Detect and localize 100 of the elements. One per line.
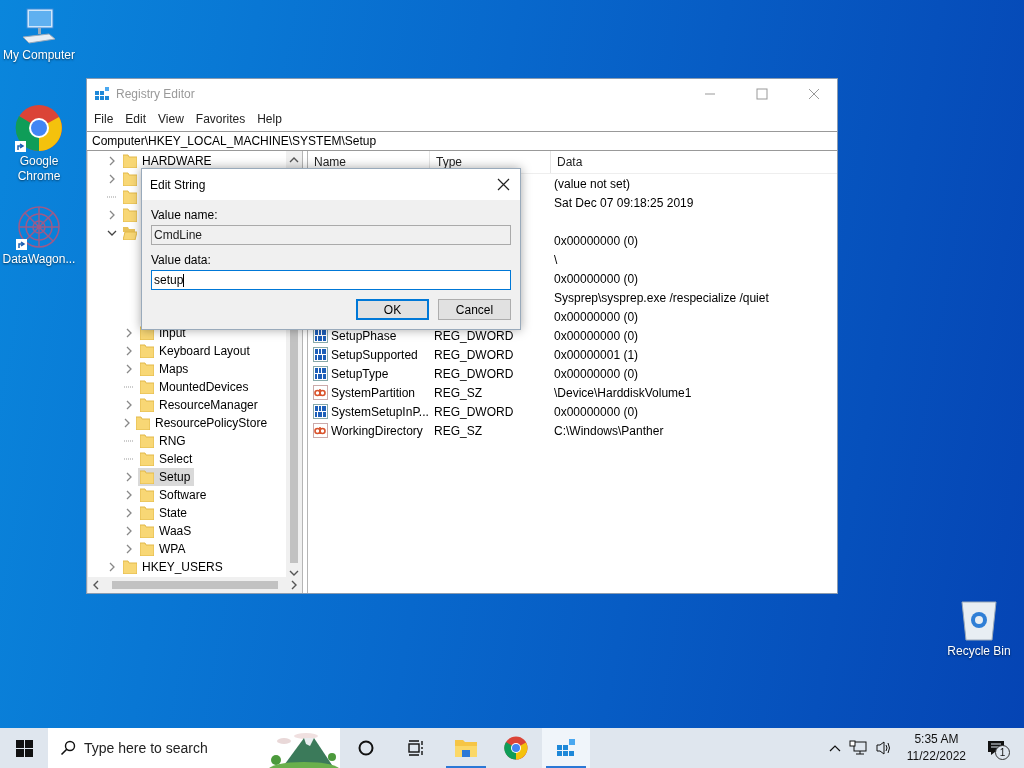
folder-icon [123,190,137,204]
value-name[interactable]: SetupSupported [331,347,418,362]
scroll-up-icon[interactable] [289,156,299,164]
menu-item[interactable]: Favorites [189,112,252,126]
chevron-right-icon[interactable] [125,400,133,410]
network-icon[interactable] [848,740,867,756]
tree-item[interactable]: MountedDevices [138,378,253,396]
folder-icon [140,434,154,448]
tree-item[interactable]: State [138,504,192,522]
value-name[interactable]: SetupType [331,366,389,381]
tree-item[interactable]: RNG [138,432,190,450]
chevron-right-icon[interactable] [125,526,133,536]
value-name[interactable]: SystemPartition [331,385,416,400]
column-header[interactable]: Data [551,151,837,173]
value-data: 0x00000000 (0) [554,328,639,343]
input-field[interactable]: setup [151,270,511,290]
value-data: 0x00000000 (0) [554,404,639,419]
menu-item[interactable]: File [88,112,120,126]
value-name[interactable]: SetupPhase [331,328,397,343]
value-data: \ [554,252,558,267]
tree-item[interactable]: HKEY_USERS [121,558,227,576]
snowflake-pattern-icon [16,204,62,250]
tree-item[interactable]: Setup [138,468,195,486]
cubes-icon [94,86,110,102]
scroll-down-icon[interactable] [289,569,299,577]
address-bar[interactable]: Computer\HKEY_LOCAL_MACHINE\SYSTEM\Setup [87,131,837,151]
value-type: REG_DWORD [434,404,514,419]
folder-icon [140,506,154,520]
chevron-right-icon[interactable] [125,346,133,356]
speaker-icon[interactable] [874,740,893,756]
tree-item[interactable]: HARDWARE [121,152,216,170]
value-data: 0x00000000 (0) [554,366,639,381]
chevron-right-icon[interactable] [125,472,133,482]
clock[interactable]: 5:35 AM 11/22/2022 [906,731,966,765]
horizontal-scrollbar[interactable] [88,577,302,593]
chevron-right-icon[interactable] [125,544,133,554]
folder-icon [140,470,154,484]
tree-item[interactable]: WPA [138,540,190,558]
chevron-right-icon[interactable] [123,418,131,428]
chevron-right-icon[interactable] [125,490,133,500]
value-type: REG_DWORD [434,347,514,362]
value-data: 0x00000000 (0) [554,309,639,324]
value-name[interactable]: SystemSetupInP... [331,404,429,419]
close-icon[interactable] [497,178,510,191]
menu-item[interactable]: View [152,112,190,126]
time-text: 5:35 AM [914,731,959,748]
window-title: Registry Editor [116,87,195,101]
menu-item[interactable]: Help [251,112,288,126]
chevron-right-icon[interactable] [108,156,116,166]
chevron-right-icon[interactable] [108,210,116,220]
tree-item[interactable]: WaaS [138,522,196,540]
folder-icon [140,398,154,412]
search-field[interactable]: Type here to search [48,728,340,768]
chevron-right-icon[interactable] [108,562,116,572]
folder-icon [123,560,137,574]
tree-item[interactable]: Software [138,486,211,504]
value-data: C:\Windows\Panther [554,423,664,438]
folder-icon [123,172,137,186]
chevron-right-icon[interactable] [125,328,133,338]
value-data: 0x00000000 (0) [554,233,639,248]
chevron-right-icon[interactable] [125,364,133,374]
binary-value-icon [313,404,328,419]
chevron-down-icon[interactable] [107,229,117,237]
desktop-icon-label[interactable]: Google Chrome [0,154,78,184]
desktop-icon-label[interactable]: DataWagon... [0,252,78,267]
folder-icon [140,452,154,466]
desktop-icon-label[interactable]: My Computer [1,48,77,63]
folder-icon [123,154,137,168]
folder-icon [140,488,154,502]
chevron-right-icon[interactable] [108,174,116,184]
binary-value-icon [313,366,328,381]
dialog-title: Edit String [150,177,206,192]
menu-item[interactable]: Edit [119,112,153,126]
scroll-right-icon[interactable] [290,580,298,590]
folder-icon [454,738,478,758]
desktop-icon-label[interactable]: Recycle Bin [945,644,1013,659]
value-data: 0x00000000 (0) [554,271,639,286]
dialog-button[interactable]: Cancel [438,299,511,320]
windows-logo-icon [15,739,33,757]
value-type: REG_DWORD [434,328,514,343]
dialog-button[interactable]: OK [356,299,429,320]
field-label: Value data: [151,253,212,268]
tree-line [107,196,117,198]
tree-item[interactable]: Maps [138,360,193,378]
folder-icon [140,362,154,376]
tree-item[interactable]: Select [138,450,197,468]
scroll-thumb[interactable] [112,581,278,589]
value-type: REG_SZ [434,423,482,438]
maximize-icon[interactable] [756,88,768,100]
string-value-icon [313,423,328,438]
tree-item[interactable]: ResourcePolicyStore [134,414,272,432]
folder-icon [123,208,137,222]
chevron-right-icon[interactable] [125,508,133,518]
browser-logo-icon [15,104,63,152]
chevron-up-icon[interactable] [828,744,841,752]
value-name[interactable]: WorkingDirectory [331,423,423,438]
tree-item[interactable]: Keyboard Layout [138,342,254,360]
scroll-left-icon[interactable] [92,580,100,590]
string-value-icon [313,385,328,400]
tree-item[interactable]: ResourceManager [138,396,262,414]
